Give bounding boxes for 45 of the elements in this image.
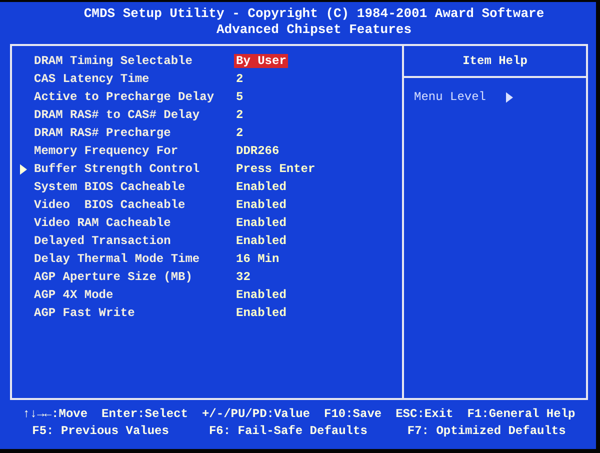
setting-label[interactable]: Video BIOS Cacheable bbox=[34, 198, 234, 212]
setting-value[interactable]: Enabled bbox=[234, 288, 288, 302]
key-hint: ESC:Exit bbox=[396, 406, 454, 423]
setting-value[interactable]: Enabled bbox=[234, 306, 288, 320]
setting-label[interactable]: AGP Aperture Size (MB) bbox=[34, 270, 234, 284]
setting-label[interactable]: Memory Frequency For bbox=[34, 144, 234, 158]
setting-label[interactable]: DRAM Timing Selectable bbox=[34, 54, 234, 68]
key-hint: +/-/PU/PD:Value bbox=[202, 406, 310, 423]
screen-title: CMDS Setup Utility - Copyright (C) 1984-2001 Award Software bbox=[84, 6, 544, 22]
setting-value[interactable]: 16 Min bbox=[234, 252, 282, 266]
setting-label[interactable]: AGP 4X Mode bbox=[34, 288, 234, 302]
submenu-arrow-icon bbox=[20, 164, 27, 174]
setting-value[interactable]: 2 bbox=[234, 126, 246, 140]
key-hint: F10:Save bbox=[324, 406, 382, 423]
setting-label[interactable]: CAS Latency Time bbox=[34, 72, 234, 86]
setting-value[interactable]: Enabled bbox=[234, 216, 288, 230]
setting-value[interactable]: By User bbox=[234, 54, 288, 68]
setting-label[interactable]: Delayed Transaction bbox=[34, 234, 234, 248]
key-hint: F5: Previous Values bbox=[32, 423, 169, 440]
key-hint: F7: Optimized Defaults bbox=[407, 423, 566, 440]
setting-label[interactable]: System BIOS Cacheable bbox=[34, 180, 234, 194]
help-title: Item Help bbox=[462, 54, 528, 68]
setting-label[interactable]: DRAM RAS# Precharge bbox=[34, 126, 234, 140]
menu-level-label: Menu Level bbox=[414, 90, 486, 104]
setting-value[interactable]: 5 bbox=[234, 90, 246, 104]
setting-value[interactable]: Enabled bbox=[234, 198, 288, 212]
page-title: Advanced Chipset Features bbox=[216, 22, 412, 38]
setting-label[interactable]: DRAM RAS# to CAS# Delay bbox=[34, 108, 234, 122]
setting-label[interactable]: Video RAM Cacheable bbox=[34, 216, 234, 230]
setting-label[interactable]: AGP Fast Write bbox=[34, 306, 234, 320]
setting-value[interactable]: Enabled bbox=[234, 180, 288, 194]
setting-label[interactable]: Delay Thermal Mode Time bbox=[34, 252, 234, 266]
setting-label[interactable]: Buffer Strength Control bbox=[34, 162, 234, 176]
setting-value[interactable]: 32 bbox=[234, 270, 252, 284]
key-hint: F6: Fail-Safe Defaults bbox=[208, 423, 368, 440]
key-hint: Enter:Select bbox=[102, 406, 188, 423]
setting-value[interactable]: 2 bbox=[234, 72, 246, 86]
menu-level-arrow-icon bbox=[506, 92, 514, 102]
setting-value[interactable]: 2 bbox=[234, 108, 246, 122]
key-hint: ↑↓→←:Move bbox=[22, 406, 88, 423]
key-hint: F1:General Help bbox=[467, 406, 576, 423]
setting-value[interactable]: DDR266 bbox=[234, 144, 282, 158]
setting-label[interactable]: Active to Precharge Delay bbox=[34, 90, 234, 104]
setting-value[interactable]: Press Enter bbox=[234, 162, 318, 176]
setting-value[interactable]: Enabled bbox=[234, 234, 288, 248]
